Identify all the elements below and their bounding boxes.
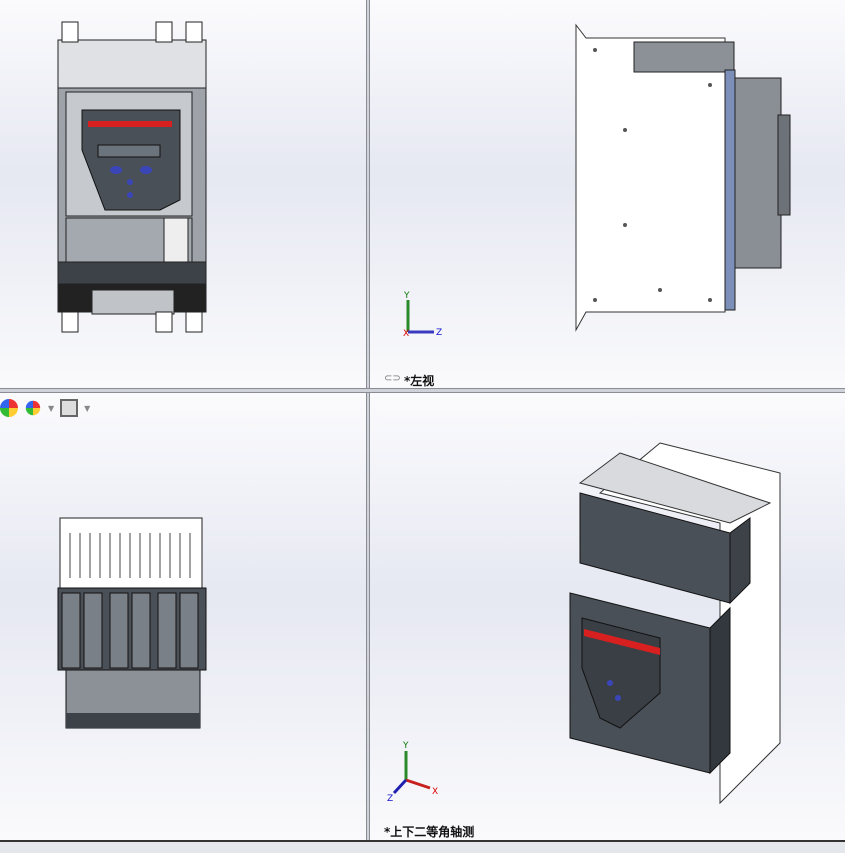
viewport-front[interactable] (0, 0, 366, 388)
horizontal-splitter[interactable] (0, 388, 845, 393)
triad-z-label: Z (436, 328, 442, 338)
link-icon[interactable]: ⊂⊃ (384, 373, 401, 384)
triad-y-label: Y (402, 741, 409, 751)
status-bar (0, 840, 845, 853)
isometric-view-model: Y X Z (387, 442, 781, 805)
view-label: *左视 (404, 374, 435, 388)
front-view-model (57, 21, 207, 333)
triad-y-label: Y (403, 291, 410, 301)
left-view-model: Y Z X (403, 23, 791, 339)
axis-triad (392, 751, 431, 795)
view-label: *上下二等角轴测 (384, 825, 475, 839)
viewport-isometric[interactable]: Y X Z *上下二等角轴测 (370, 393, 845, 840)
viewport-top[interactable]: ▼ ▼ (0, 393, 366, 840)
triad-x-label: X (432, 787, 438, 797)
vertical-splitter[interactable] (366, 0, 370, 840)
top-view-model (57, 517, 207, 729)
triad-x-label: X (403, 329, 409, 339)
axis-triad (406, 300, 434, 334)
viewport-left[interactable]: Y Z X ⊂⊃ *左视 (370, 0, 845, 388)
triad-z-label: Z (387, 794, 393, 804)
